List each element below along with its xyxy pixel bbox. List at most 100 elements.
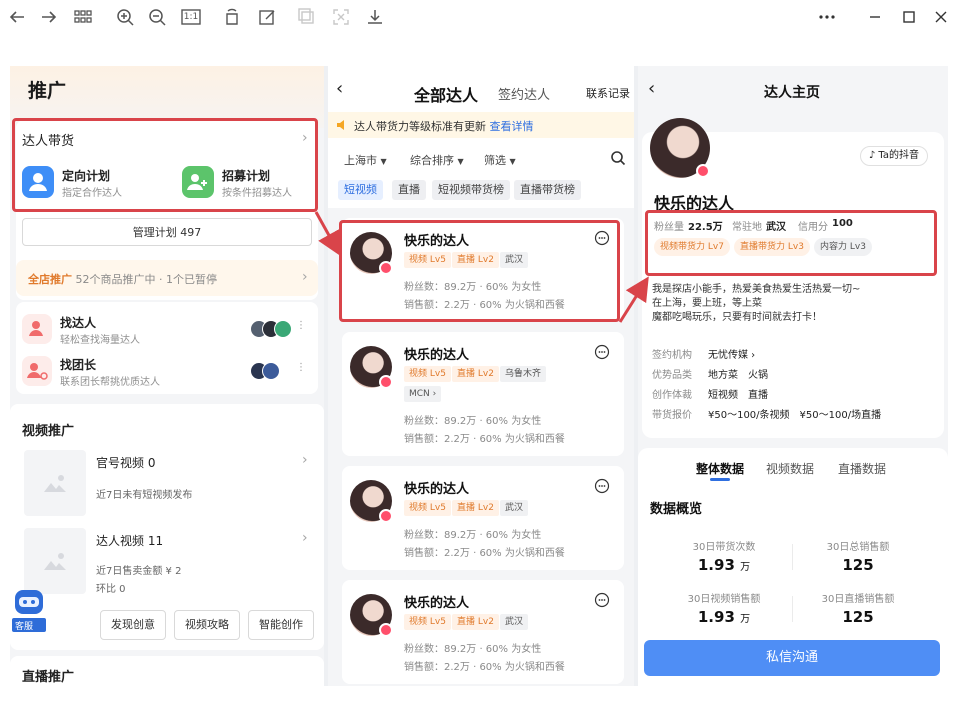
tab-overall-data[interactable]: 整体数据 <box>696 460 744 477</box>
minimize-icon[interactable] <box>864 6 886 28</box>
official-video-thumb <box>24 450 86 516</box>
agency-value[interactable]: 无忧传媒 › <box>708 346 755 361</box>
caret-down-icon: ▼ <box>380 157 387 166</box>
official-video-note: 近7日未有短视频发布 <box>96 490 193 501</box>
finder-card: 找达人 轻松查找海量达人 ⋮ 找团长 联系团长帮挑优质达人 ⋮ <box>16 302 318 394</box>
chat-bubble-icon[interactable] <box>594 344 610 360</box>
overview-title: 数据概览 <box>650 502 703 517</box>
chip-live[interactable]: 直播 <box>392 180 426 200</box>
zoom-out-icon[interactable] <box>146 6 168 28</box>
fans-line: 粉丝数：89.2万 · 60% 为女性 <box>404 530 542 541</box>
find-leader-icon <box>22 356 52 386</box>
highlight-box-profile-stats <box>645 210 937 276</box>
crop-icon[interactable] <box>330 6 352 28</box>
smart-create-button[interactable]: 智能创作 <box>248 610 314 640</box>
forward-arrow-icon[interactable] <box>38 6 60 28</box>
find-kol-icon <box>22 314 52 344</box>
manage-plan-button[interactable]: 管理计划 497 <box>22 218 312 246</box>
back-chevron-icon[interactable]: ‹ <box>648 78 655 99</box>
grid-icon[interactable] <box>72 6 94 28</box>
metric-value: 1.93 万 <box>664 556 784 574</box>
page-title: 达人主页 <box>764 85 820 101</box>
image-placeholder-icon <box>44 553 66 570</box>
metric-label: 30日视频销售额 <box>687 594 761 605</box>
douyin-button-label: Ta的抖音 <box>878 150 919 161</box>
chevron-right-icon: › <box>302 530 308 546</box>
more-icon[interactable] <box>816 6 838 28</box>
maximize-icon[interactable] <box>898 6 920 28</box>
edit-icon[interactable] <box>256 6 278 28</box>
download-icon[interactable] <box>364 6 386 28</box>
metric-label: 30日总销售额 <box>826 542 890 553</box>
douyin-badge-icon <box>696 164 710 178</box>
store-promo-bar[interactable]: 全店推广 52个商品推广中 · 1个已暂停 › <box>16 260 318 296</box>
city-filter[interactable]: 上海市 ▼ <box>344 152 387 168</box>
banner-detail-link[interactable]: 查看详情 <box>490 120 534 133</box>
chevron-right-icon: › <box>302 269 308 285</box>
discover-ideas-button[interactable]: 发现创意 <box>100 610 166 640</box>
bio-line: 魔都吃喝玩乐，只要有时间就去打卡！ <box>652 312 822 323</box>
kol-card[interactable]: 快乐的达人 视频 Lv5 直播 Lv2 武汉 粉丝数：89.2万 · 60% 为… <box>342 466 624 570</box>
kol-video-thumb <box>24 528 86 594</box>
kol-avatar-stack: ⋮ <box>250 320 310 338</box>
tab-all-kol[interactable]: 全部达人 <box>414 82 478 106</box>
kol-video-title[interactable]: 达人视频 11 <box>96 532 163 549</box>
private-message-button[interactable]: 私信沟通 <box>644 640 940 676</box>
agency-label: 签约机构 <box>652 350 692 361</box>
kol-video-sales: 近7日售卖金额 ¥ 2 <box>96 566 182 577</box>
back-arrow-icon[interactable] <box>6 6 28 28</box>
viewer-toolbar: 1:1 <box>0 0 960 34</box>
actual-size-icon[interactable]: 1:1 <box>180 6 202 28</box>
kol-video-ratio: 环比 0 <box>96 584 126 595</box>
metric-unit: 万 <box>740 562 751 573</box>
metric-number: 1.93 <box>697 608 735 626</box>
video-guide-button[interactable]: 视频攻略 <box>174 610 240 640</box>
douyin-profile-button[interactable]: ♪ Ta的抖音 <box>859 146 928 166</box>
agency-name: 无忧传媒 <box>708 350 748 361</box>
chip-short-video[interactable]: 短视频 <box>338 180 383 200</box>
metric-value: 1.93 万 <box>664 608 784 626</box>
speaker-icon <box>337 120 344 130</box>
zoom-in-icon[interactable] <box>114 6 136 28</box>
close-icon[interactable] <box>930 6 952 28</box>
sort-filter[interactable]: 综合排序 ▼ <box>410 152 464 168</box>
chip-video-rank[interactable]: 短视频带货榜 <box>432 180 510 200</box>
sales-line: 销售额：2.2万 · 60% 为火锅和西餐 <box>404 434 565 445</box>
copy-icon[interactable] <box>296 6 318 28</box>
kol-card[interactable]: 快乐的达人 视频 Lv5 直播 Lv2 武汉 粉丝数：89.2万 · 60% 为… <box>342 580 624 684</box>
live-section-title: 直播推广 <box>22 670 75 685</box>
metric-number: 125 <box>842 556 874 574</box>
back-chevron-icon[interactable]: ‹ <box>336 78 343 99</box>
kol-name: 快乐的达人 <box>404 482 470 497</box>
chat-bubble-icon[interactable] <box>594 478 610 494</box>
more-dots-icon: ⋮ <box>296 362 306 373</box>
metric-divider <box>792 544 793 570</box>
more-filter-label: 筛选 <box>484 154 506 167</box>
customer-service-button[interactable]: 客服 <box>12 588 46 634</box>
official-video-title[interactable]: 官号视频 0 <box>96 454 155 471</box>
highlight-box-kol-section <box>12 118 318 212</box>
metric-label: 30日带货次数 <box>692 542 756 553</box>
kol-card[interactable]: 快乐的达人 视频 Lv5 直播 Lv2 乌鲁木齐 MCN › 粉丝数：89.2万… <box>342 332 624 456</box>
find-kol-title[interactable]: 找达人 <box>60 314 96 331</box>
more-filter[interactable]: 筛选 ▼ <box>484 152 516 168</box>
douyin-badge-icon <box>379 623 393 637</box>
chat-bubble-icon[interactable] <box>594 592 610 608</box>
tab-video-data[interactable]: 视频数据 <box>766 460 814 477</box>
tab-live-data[interactable]: 直播数据 <box>838 460 886 477</box>
rotate-icon[interactable] <box>222 6 244 28</box>
genre-label: 创作体裁 <box>652 390 692 401</box>
find-leader-subtitle: 联系团长帮挑优质达人 <box>60 377 160 388</box>
contact-records-link[interactable]: 联系记录 <box>586 85 630 101</box>
fans-line: 粉丝数：89.2万 · 60% 为女性 <box>404 416 542 427</box>
find-leader-title[interactable]: 找团长 <box>60 356 96 373</box>
search-icon[interactable] <box>610 150 626 166</box>
metric-number: 1.93 <box>697 556 735 574</box>
notice-banner: 达人带货力等级标准有更新 查看详情 <box>328 112 634 138</box>
tab-signed-kol[interactable]: 签约达人 <box>498 84 550 103</box>
filter-area: 上海市 ▼ 综合排序 ▼ 筛选 ▼ 短视频 直播 短视频带货榜 直播带货榜 <box>328 138 634 208</box>
douyin-logo-icon: ♪ <box>868 150 876 161</box>
store-promo-text: 52个商品推广中 · 1个已暂停 <box>75 273 218 286</box>
chip-live-rank[interactable]: 直播带货榜 <box>514 180 581 200</box>
avatar <box>262 362 280 380</box>
